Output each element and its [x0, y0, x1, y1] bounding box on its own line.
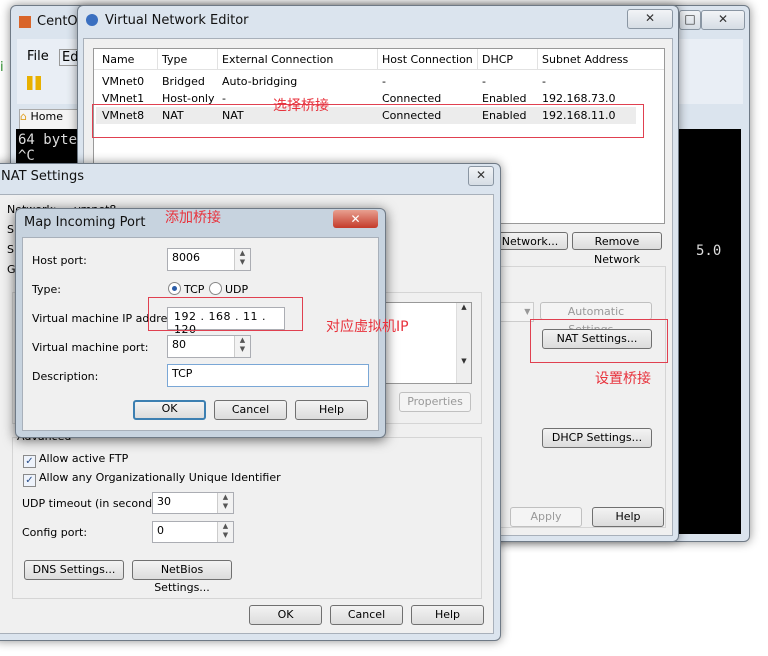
cancel-button[interactable]: Cancel — [214, 400, 287, 420]
pause-icon[interactable] — [27, 76, 41, 90]
properties-button[interactable]: Properties — [399, 392, 471, 412]
menu-file[interactable]: File — [27, 49, 49, 64]
ok-button[interactable]: OK — [133, 400, 206, 420]
host-port-input[interactable]: 8006 ▲ ▼ — [167, 248, 251, 271]
close-button[interactable]: ✕ — [468, 166, 494, 186]
close-button[interactable]: ✕ — [627, 9, 673, 29]
table-cell: Auto-bridging — [222, 75, 298, 88]
annotation-set-bridge: 设置桥接 — [595, 371, 651, 387]
udp-timeout-label: UDP timeout (in seconds): — [22, 497, 166, 510]
description-input[interactable]: TCP — [167, 364, 369, 387]
maximize-button[interactable]: □ — [679, 10, 701, 30]
clipped-label: S — [7, 243, 14, 256]
terminal-line: ^C — [18, 148, 35, 164]
table-cell: VMnet0 — [102, 75, 145, 88]
table-cell: - — [382, 75, 386, 88]
type-label: Type: — [32, 283, 61, 296]
annotation-select-bridge: 选择桥接 — [273, 98, 329, 114]
allow-ftp-checkbox[interactable]: ✓ Allow active FTP — [23, 452, 128, 468]
table-cell: - — [482, 75, 486, 88]
checkbox-icon: ✓ — [23, 474, 36, 487]
annotation-vm-ip: 对应虚拟机IP — [326, 319, 409, 335]
netbios-settings-button[interactable]: NetBios Settings... — [132, 560, 232, 594]
terminal-line: 64 byte — [18, 132, 78, 148]
spinner-arrows: ▲ ▼ — [217, 522, 233, 542]
annotation-add-bridge: 添加桥接 — [165, 210, 221, 226]
close-button[interactable]: ✕ — [333, 210, 378, 228]
window-title: Virtual Network Editor — [105, 13, 249, 28]
table-cell: Bridged — [162, 75, 205, 88]
column-header[interactable]: Type — [162, 53, 187, 66]
annotation-box-vmnet8 — [92, 104, 644, 138]
column-header[interactable]: DHCP — [482, 53, 513, 66]
annotation-box-ip — [148, 297, 303, 331]
window-title: NAT Settings — [1, 169, 85, 184]
column-header[interactable]: External Connection — [222, 53, 333, 66]
spinner-arrows: ▲ ▼ — [234, 249, 250, 270]
remove-network-button[interactable]: Remove Network — [572, 232, 662, 266]
ok-button[interactable]: OK — [249, 605, 322, 625]
vm-port-input[interactable]: 80 ▲ ▼ — [167, 335, 251, 358]
add-network-button[interactable]: Network... — [492, 232, 568, 250]
column-header[interactable]: Subnet Address — [542, 53, 628, 66]
dhcp-settings-button[interactable]: DHCP Settings... — [542, 428, 652, 448]
config-port-label: Config port: — [22, 526, 88, 539]
description-label: Description: — [32, 370, 99, 383]
app-icon — [19, 16, 31, 28]
window-title: CentO — [37, 14, 78, 29]
column-header[interactable]: Host Connection — [382, 53, 473, 66]
clipped-label: S — [7, 223, 14, 236]
dns-settings-button[interactable]: DNS Settings... — [24, 560, 124, 580]
window-title: Map Incoming Port — [24, 215, 146, 230]
network-icon — [86, 14, 98, 26]
udp-radio[interactable]: UDP — [209, 282, 248, 296]
udp-timeout-input[interactable]: 30 ▲ ▼ — [152, 492, 234, 514]
cancel-button[interactable]: Cancel — [330, 605, 403, 625]
radio-icon — [209, 282, 222, 295]
table-row[interactable]: VMnet0 Bridged Auto-bridging - - - — [96, 73, 636, 90]
help-button[interactable]: Help — [592, 507, 664, 527]
annotation-box-nat-settings — [530, 319, 668, 363]
terminal-fragment: 5.0 — [696, 243, 722, 259]
allow-oui-checkbox[interactable]: ✓ Allow any Organizationally Unique Ident… — [23, 471, 281, 487]
column-header[interactable]: Name — [102, 53, 134, 66]
help-button[interactable]: Help — [295, 400, 368, 420]
scrollbar[interactable]: ▲ ▼ — [456, 303, 471, 383]
tab-home[interactable]: ⌂ Home — [19, 109, 81, 131]
help-button[interactable]: Help — [411, 605, 484, 625]
close-button[interactable]: ✕ — [701, 10, 745, 30]
vm-port-label: Virtual machine port: — [32, 341, 149, 354]
spinner-arrows: ▲ ▼ — [234, 336, 250, 357]
side-char: i — [0, 60, 4, 75]
radio-icon — [168, 282, 181, 295]
spinner-arrows: ▲ ▼ — [217, 493, 233, 513]
automatic-settings-button[interactable]: Automatic Settings... — [540, 302, 652, 336]
config-port-input[interactable]: 0 ▲ ▼ — [152, 521, 234, 543]
checkbox-icon: ✓ — [23, 455, 36, 468]
apply-button[interactable]: Apply — [510, 507, 582, 527]
tcp-radio[interactable]: TCP — [168, 282, 204, 296]
home-icon: ⌂ — [20, 110, 27, 123]
table-cell: - — [542, 75, 546, 88]
host-port-label: Host port: — [32, 254, 87, 267]
